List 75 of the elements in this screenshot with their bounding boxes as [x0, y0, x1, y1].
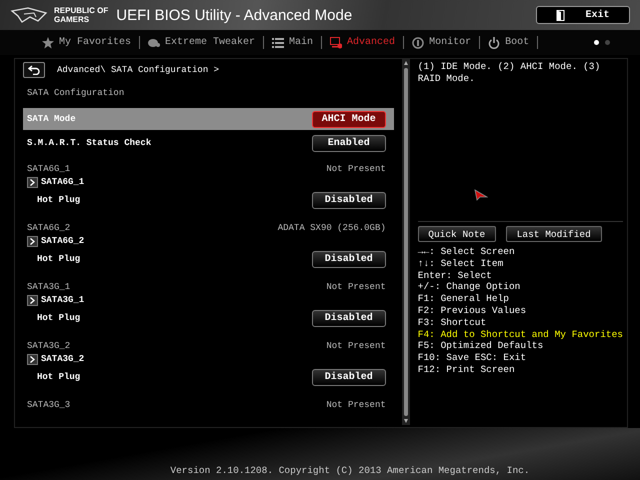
key-hint: F12: Print Screen	[418, 364, 516, 376]
submenu-arrow-icon	[27, 176, 38, 188]
selected-row-highlight[interactable]: SATA Mode AHCI Mode	[23, 108, 394, 130]
port-label: SATA6G_2	[27, 222, 70, 232]
section-title: SATA Configuration	[27, 88, 124, 98]
window-title: UEFI BIOS Utility - Advanced Mode	[116, 6, 354, 24]
option-button[interactable]: Disabled	[312, 368, 386, 386]
key-hint: F3: Shortcut	[418, 316, 488, 329]
key-hint: F2: Previous Values	[418, 304, 528, 317]
submenu-arrow-icon	[27, 354, 38, 364]
device-status: Not Present	[326, 164, 386, 174]
port-label: SATA3G_2	[27, 340, 70, 350]
key-hint: F5: Optimized Defaults	[418, 340, 544, 352]
exit-button[interactable]: Exit	[536, 6, 630, 24]
door-icon	[556, 10, 566, 20]
last-modified-button[interactable]: Last Modified	[506, 226, 602, 242]
list-icon	[272, 36, 284, 48]
mouse-pointer-icon	[474, 189, 488, 201]
key-hint: Enter: Select	[418, 270, 493, 282]
version-text: Version 2.10.1208. Copyright (C) 2013 American Megatrends, Inc.	[170, 465, 530, 476]
option-button[interactable]: AHCI Mode	[312, 110, 386, 128]
setting-row[interactable]: Hot Plug Disabled	[23, 366, 394, 388]
device-status: ADATA SX90 (256.0GB)	[278, 222, 386, 232]
submenu-link[interactable]: SATA6G_1	[41, 177, 84, 187]
help-text: (1) IDE Mode. (2) AHCI Mode. (3) RAID Mode.	[418, 61, 602, 85]
submenu-arrow-icon	[27, 236, 38, 246]
key-hint: +/-: Change Option	[418, 281, 522, 294]
logo-text: REPUBLIC OF	[54, 6, 108, 15]
device-status: Not Present	[326, 400, 386, 410]
page-dot[interactable]	[605, 40, 610, 45]
page-dot[interactable]	[594, 40, 599, 45]
breadcrumb: Advanced\ SATA Configuration >	[57, 65, 220, 75]
setting-label: Hot Plug	[37, 195, 80, 205]
monitor-alert-icon	[330, 36, 342, 48]
tab[interactable]: Boot	[480, 36, 538, 49]
port-label: SATA6G_1	[27, 164, 70, 174]
setting-row[interactable]: Hot Plug Disabled	[23, 189, 394, 211]
setting-label: S.M.A.R.T. Status Check	[27, 138, 152, 148]
tab[interactable]: My Favorites	[34, 36, 140, 49]
key-hint: F4: Add to Shortcut and My Favorites	[418, 328, 623, 340]
port-label: SATA3G_3	[27, 400, 70, 410]
scrollbar[interactable]	[402, 59, 410, 425]
option-button[interactable]: Disabled	[312, 250, 386, 268]
submenu-arrow-icon	[27, 294, 38, 306]
device-status: Not Present	[326, 282, 386, 292]
logo-icon	[10, 5, 50, 25]
back-button[interactable]	[23, 62, 45, 78]
port-label: SATA3G_1	[27, 282, 70, 292]
submenu-link[interactable]: SATA3G_2	[41, 354, 84, 364]
setting-row[interactable]: Hot Plug Disabled	[23, 307, 394, 329]
submenu-link[interactable]: SATA3G_1	[41, 295, 84, 305]
tab[interactable]: Advanced	[322, 36, 404, 49]
tab[interactable]: Extreme Tweaker	[140, 36, 264, 49]
submenu-link[interactable]: SATA6G_2	[41, 236, 84, 246]
setting-row[interactable]: S.M.A.R.T. Status Check Enabled	[23, 132, 394, 154]
star-icon	[42, 36, 54, 48]
key-hint: F10: Save ESC: Exit	[418, 352, 528, 364]
option-button[interactable]: Enabled	[312, 134, 386, 152]
setting-label: Hot Plug	[37, 372, 80, 382]
key-hint: ↑↓: Select Item	[418, 258, 504, 270]
tab[interactable]: Main	[264, 36, 322, 49]
key-hint: F1: General Help	[418, 293, 510, 305]
tab[interactable]: Monitor	[404, 36, 480, 49]
back-arrow-icon	[28, 65, 40, 75]
option-button[interactable]: Disabled	[312, 192, 386, 208]
setting-row[interactable]: Hot Plug Disabled	[23, 248, 394, 270]
power-icon	[488, 36, 500, 48]
quick-note-button[interactable]: Quick Note	[418, 226, 496, 242]
option-button[interactable]: Disabled	[312, 310, 386, 326]
setting-label: Hot Plug	[37, 254, 80, 264]
key-hint: →←: Select Screen	[418, 246, 516, 258]
device-status: Not Present	[326, 340, 386, 350]
setting-label: Hot Plug	[37, 313, 80, 323]
logo-text: GAMERS	[54, 15, 90, 24]
setting-label: SATA Mode	[27, 114, 76, 124]
